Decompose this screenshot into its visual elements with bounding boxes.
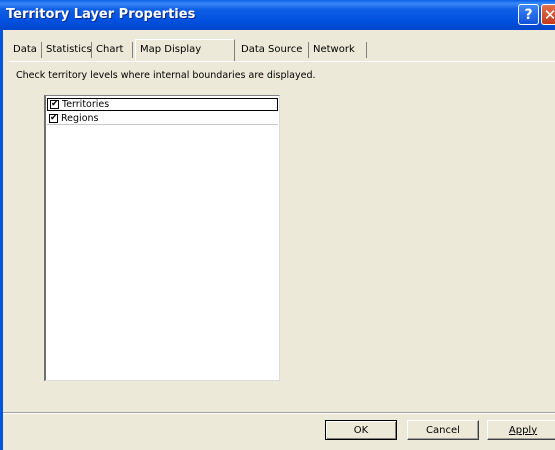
regions-checkbox[interactable]: ✔ — [49, 112, 58, 123]
territories-checkbox[interactable]: ✔ — [50, 100, 59, 109]
tab-chart[interactable]: Chart — [92, 42, 133, 58]
check-icon: ✔ — [50, 112, 58, 123]
close-icon: ✕ — [543, 5, 555, 24]
title-bar[interactable]: Territory Layer Properties ? ✕ — [0, 0, 555, 30]
cancel-button[interactable]: Cancel — [407, 420, 479, 440]
apply-button[interactable]: Apply — [487, 420, 555, 440]
tab-map-display[interactable]: Map Display — [135, 39, 235, 61]
list-item-territories[interactable]: ✔ Territories — [47, 98, 278, 111]
tab-divider — [9, 60, 555, 62]
ok-button[interactable]: OK — [325, 420, 397, 440]
close-button[interactable]: ✕ — [541, 4, 555, 25]
tab-data[interactable]: Data — [9, 42, 42, 58]
tab-data-source[interactable]: Data Source — [237, 42, 309, 58]
regions-label: Regions — [61, 112, 99, 124]
instruction-text: Check territory levels where internal bo… — [16, 70, 316, 81]
territories-label: Territories — [62, 99, 110, 110]
tab-network[interactable]: Network — [309, 42, 367, 58]
properties-dialog: Territory Layer Properties ? ✕ Data Stat… — [0, 0, 555, 450]
territory-level-list[interactable]: ✔ Territories ✔ Regions — [44, 95, 280, 381]
help-button[interactable]: ? — [518, 4, 539, 25]
footer-separator — [3, 412, 555, 414]
check-icon: ✔ — [51, 99, 59, 109]
apply-label: Apply — [508, 424, 538, 436]
tab-statistics[interactable]: Statistics — [42, 42, 92, 58]
help-icon: ? — [524, 6, 533, 23]
window-title: Territory Layer Properties — [6, 7, 196, 22]
list-item-regions[interactable]: ✔ Regions — [47, 112, 278, 125]
